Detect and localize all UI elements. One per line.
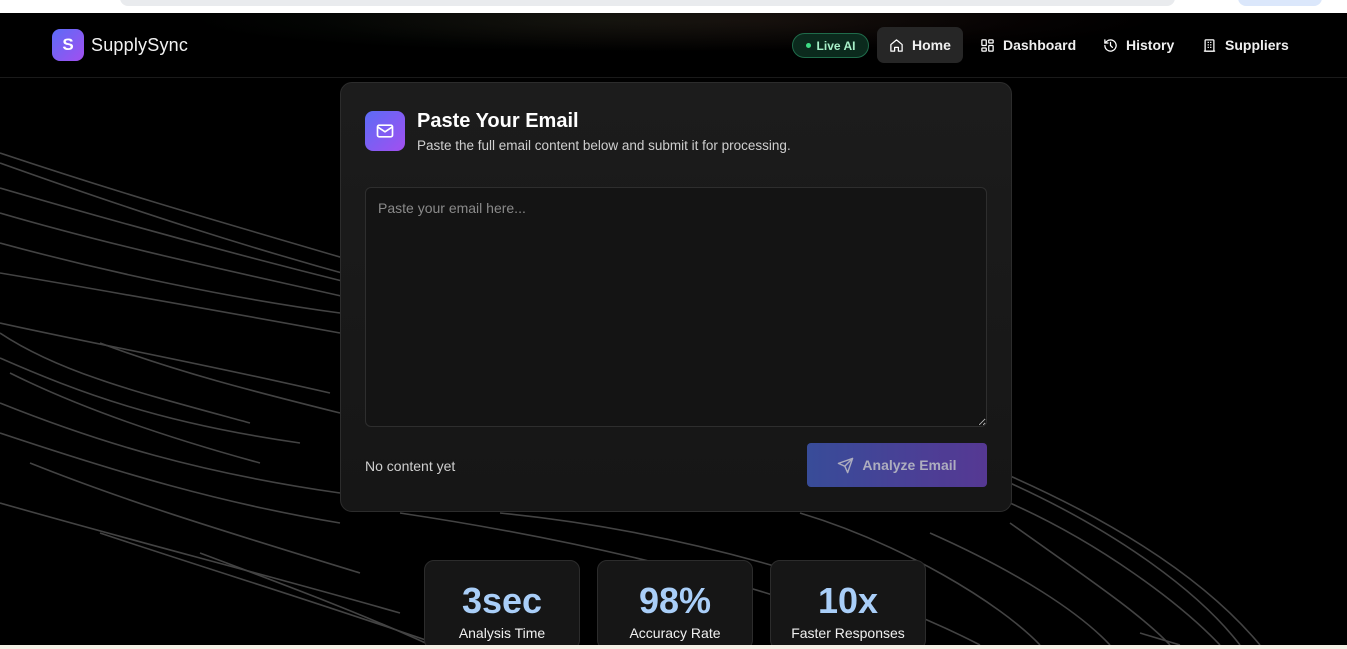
stat-value: 3sec xyxy=(461,580,543,621)
nav-item-suppliers[interactable]: Suppliers xyxy=(1190,27,1301,63)
email-input-card: Paste Your Email Paste the full email co… xyxy=(340,82,1012,512)
stat-value: 10x xyxy=(817,580,879,621)
top-navbar: S SupplySync Live AI Home Dashboard Hist… xyxy=(0,13,1347,78)
live-badge-label: Live AI xyxy=(816,38,856,53)
send-icon xyxy=(838,457,854,473)
nav-item-label: Dashboard xyxy=(1003,37,1077,53)
card-title: Paste Your Email xyxy=(417,110,579,132)
stat-label: Accuracy Rate xyxy=(629,625,721,641)
analyze-email-button[interactable]: Analyze Email xyxy=(807,443,987,487)
stat-label: Faster Responses xyxy=(791,625,905,641)
nav-item-history[interactable]: History xyxy=(1091,27,1186,63)
content-status: No content yet xyxy=(365,458,456,474)
stat-card-faster-responses: 10x Faster Responses xyxy=(770,560,926,649)
stat-card-analysis-time: 3sec Analysis Time xyxy=(424,560,580,649)
stat-value: 98% xyxy=(638,580,712,621)
nav-item-label: Home xyxy=(912,37,951,53)
nav-item-label: Suppliers xyxy=(1225,37,1289,53)
live-dot-icon xyxy=(805,43,811,48)
history-icon xyxy=(1104,38,1117,52)
bottom-strip xyxy=(0,645,1347,649)
nav-item-home[interactable]: Home xyxy=(877,27,963,63)
nav-item-dashboard[interactable]: Dashboard xyxy=(968,27,1088,63)
nav-item-label: History xyxy=(1126,37,1175,53)
logo[interactable]: S xyxy=(52,29,84,61)
analyze-button-label: Analyze Email xyxy=(862,457,957,473)
home-icon xyxy=(890,38,903,52)
live-ai-badge: Live AI xyxy=(792,33,869,58)
brand-name[interactable]: SupplySync xyxy=(91,35,188,56)
card-subtitle: Paste the full email content below and s… xyxy=(417,138,791,153)
stat-card-accuracy-rate: 98% Accuracy Rate xyxy=(597,560,753,649)
mail-icon xyxy=(376,124,394,138)
stat-label: Analysis Time xyxy=(458,625,546,641)
dashboard-icon xyxy=(981,38,994,52)
building-icon xyxy=(1203,38,1216,52)
browser-action-button xyxy=(1238,0,1322,6)
browser-top-strip xyxy=(0,0,1347,13)
browser-address-bar xyxy=(120,0,1175,6)
card-icon-box xyxy=(365,111,405,151)
email-textarea[interactable] xyxy=(365,187,987,427)
